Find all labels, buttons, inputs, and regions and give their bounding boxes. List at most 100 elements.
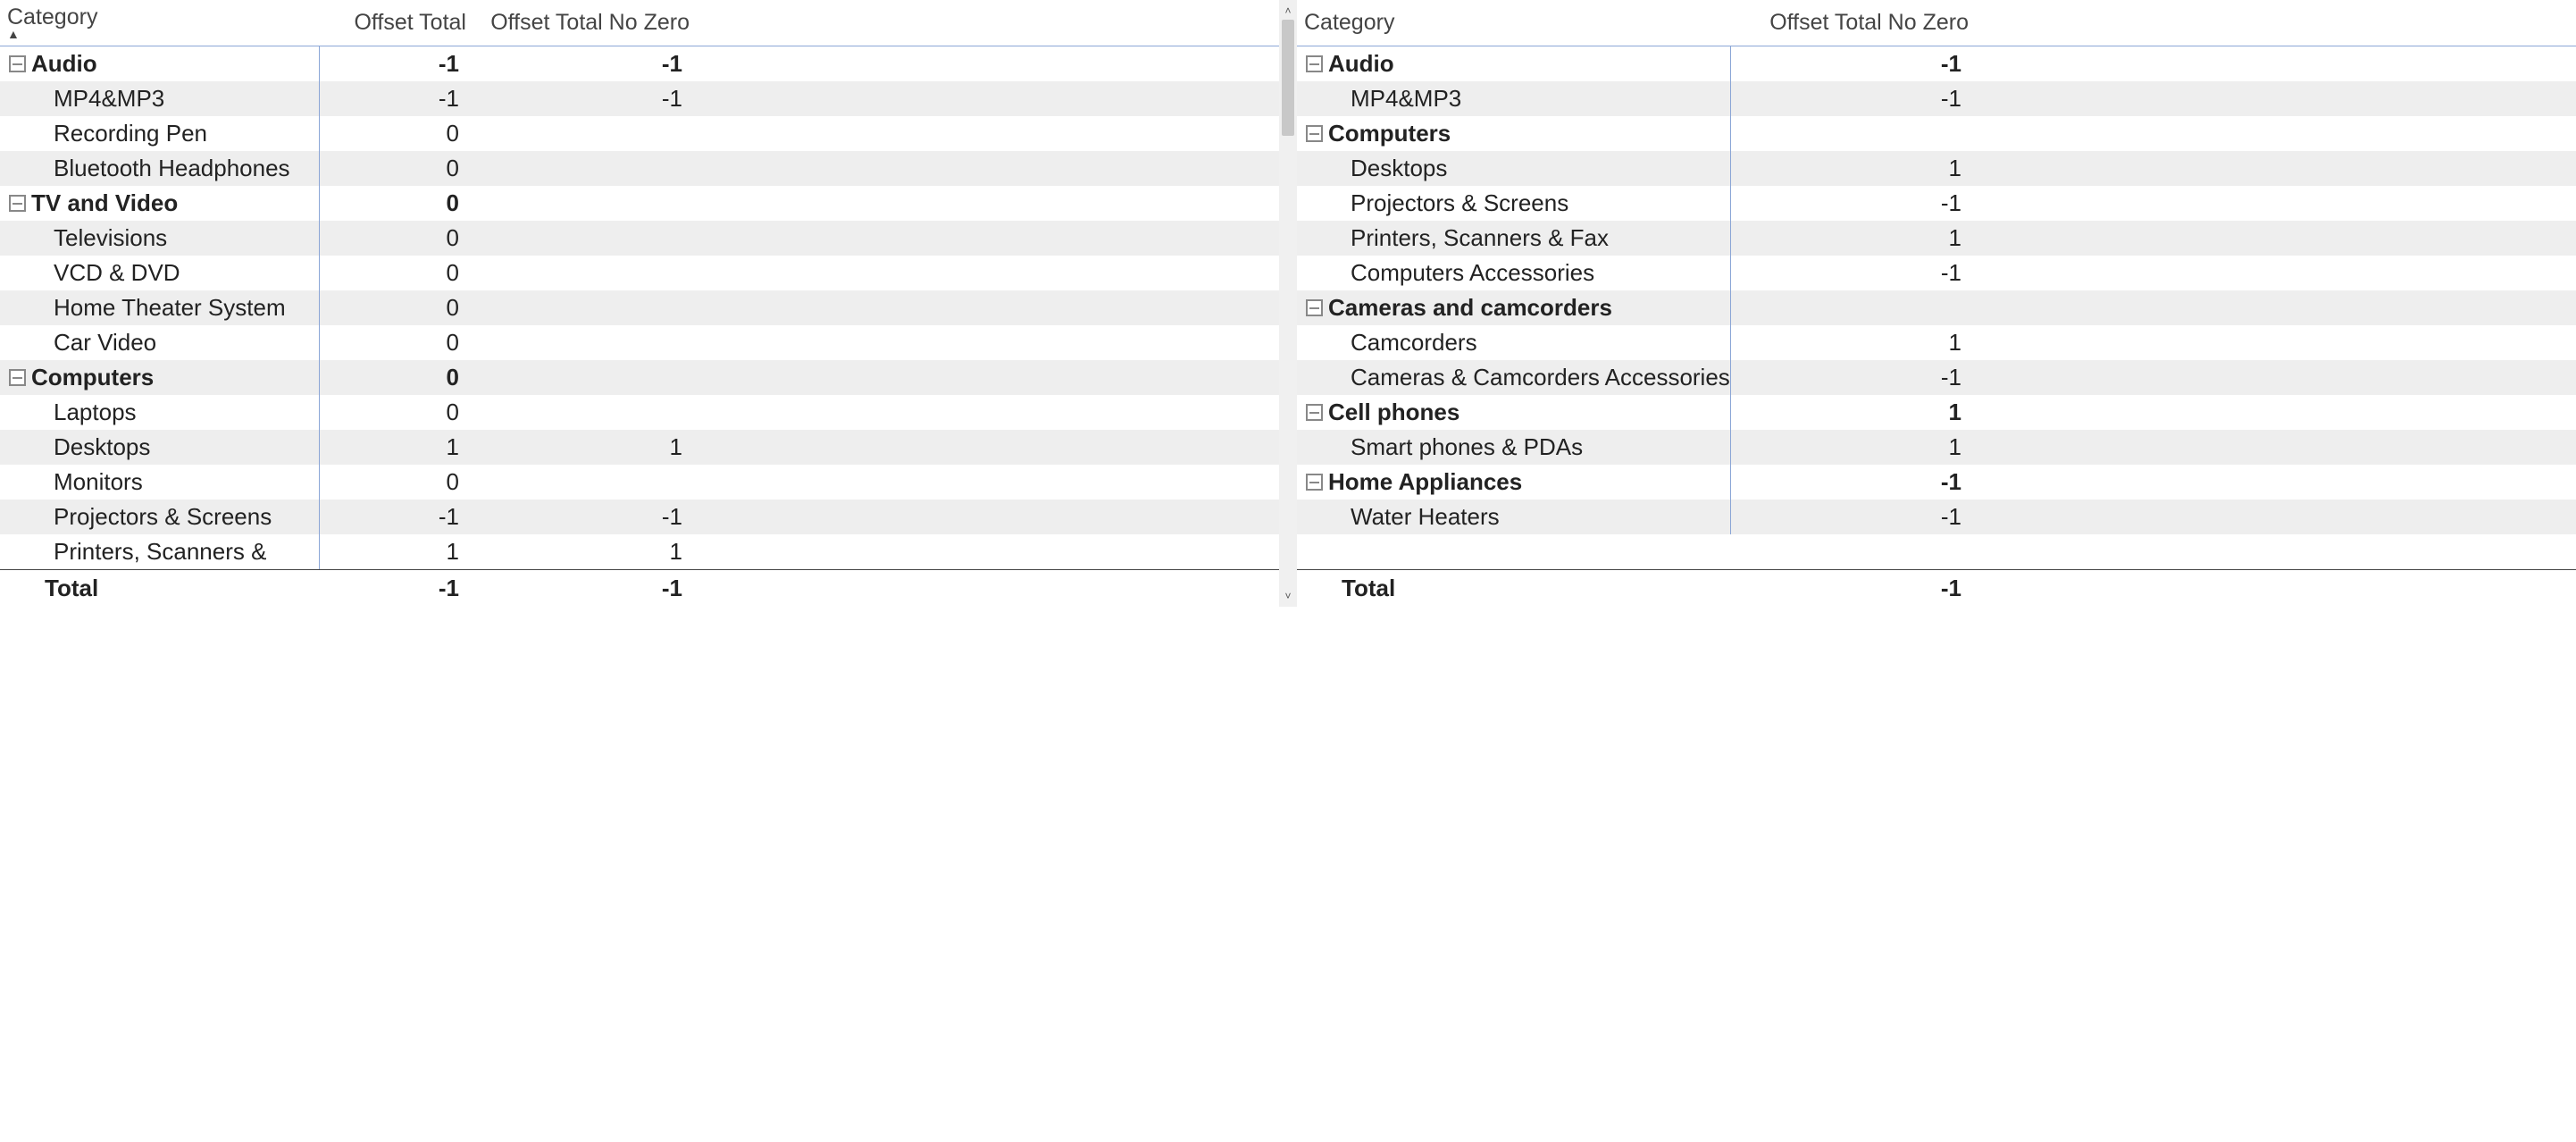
offset-total-no-zero-cell: -1 — [1731, 503, 1967, 531]
total-offset-total: -1 — [320, 575, 464, 602]
table-row[interactable]: Projectors & Screens-1-1 — [0, 500, 1279, 534]
col-header-offset-total-no-zero-label: Offset Total No Zero — [1769, 10, 1969, 35]
category-cell[interactable]: Cameras and camcorders — [1297, 290, 1731, 325]
category-cell[interactable]: Bluetooth Headphones — [0, 151, 320, 186]
table-row[interactable]: Desktops11 — [0, 430, 1279, 465]
table-row[interactable]: Home Theater System0 — [0, 290, 1279, 325]
matrix-right-header[interactable]: Category Offset Total No Zero — [1297, 0, 2576, 46]
group-row[interactable]: Audio-1-1 — [0, 46, 1279, 81]
category-cell[interactable]: Cell phones — [1297, 395, 1731, 430]
report-canvas: Category ▲ Offset Total Offset Total No … — [0, 0, 2576, 606]
scrollbar-thumb[interactable] — [1282, 20, 1294, 136]
category-cell[interactable]: Computers — [0, 360, 320, 395]
row-label: Monitors — [54, 468, 143, 496]
table-row[interactable]: Monitors0 — [0, 465, 1279, 500]
collapse-icon[interactable] — [1306, 404, 1323, 421]
scroll-down-icon[interactable]: ˅ — [1281, 589, 1295, 603]
category-cell[interactable]: Computers Accessories — [1297, 256, 1731, 290]
table-row[interactable]: Laptops0 — [0, 395, 1279, 430]
matrix-left-scrollbar[interactable]: ˄ ˅ — [1279, 0, 1297, 607]
group-row[interactable]: TV and Video0 — [0, 186, 1279, 221]
offset-total-no-zero-cell: -1 — [1731, 259, 1967, 287]
collapse-icon[interactable] — [9, 195, 26, 212]
row-label: Camcorders — [1351, 329, 1477, 357]
table-row[interactable]: Printers, Scanners & Fax1 — [1297, 221, 2576, 256]
col-header-category[interactable]: Category ▲ — [7, 4, 327, 41]
col-header-category[interactable]: Category — [1304, 10, 1738, 36]
category-cell[interactable]: Projectors & Screens — [0, 500, 320, 534]
matrix-left[interactable]: Category ▲ Offset Total Offset Total No … — [0, 0, 1279, 607]
row-label: Home Theater System — [54, 294, 286, 322]
category-cell[interactable]: Car Video — [0, 325, 320, 360]
offset-total-no-zero-cell: 1 — [1731, 155, 1967, 182]
table-row[interactable]: MP4&MP3-1-1 — [0, 81, 1279, 116]
category-cell[interactable]: MP4&MP3 — [1297, 81, 1731, 116]
category-cell[interactable]: Printers, Scanners & Fax — [1297, 221, 1731, 256]
table-row[interactable]: Recording Pen0 — [0, 116, 1279, 151]
collapse-icon[interactable] — [1306, 55, 1323, 72]
row-label: TV and Video — [31, 189, 178, 217]
category-cell[interactable]: Home Appliances — [1297, 465, 1731, 500]
category-cell[interactable]: Home Theater System — [0, 290, 320, 325]
row-label: Cell phones — [1328, 399, 1459, 426]
matrix-right-body[interactable]: Audio-1MP4&MP3-1ComputersDesktops1Projec… — [1297, 46, 2576, 569]
category-cell[interactable]: Televisions — [0, 221, 320, 256]
scroll-up-icon[interactable]: ˄ — [1281, 4, 1295, 18]
table-row[interactable]: Water Heaters -1 — [1297, 500, 2576, 534]
collapse-icon[interactable] — [9, 55, 26, 72]
collapse-icon[interactable] — [1306, 474, 1323, 491]
table-row[interactable]: Projectors & Screens-1 — [1297, 186, 2576, 221]
row-label: Televisions — [54, 224, 167, 252]
table-row[interactable]: Bluetooth Headphones0 — [0, 151, 1279, 186]
category-cell[interactable]: Smart phones & PDAs — [1297, 430, 1731, 465]
table-row[interactable]: Desktops1 — [1297, 151, 2576, 186]
offset-total-cell: 1 — [320, 433, 464, 461]
matrix-right[interactable]: Category Offset Total No Zero Audio-1MP4… — [1297, 0, 2576, 607]
matrix-left-header[interactable]: Category ▲ Offset Total Offset Total No … — [0, 0, 1279, 46]
category-cell[interactable]: Printers, Scanners & — [0, 534, 320, 569]
table-row[interactable]: Camcorders1 — [1297, 325, 2576, 360]
category-cell[interactable]: Monitors — [0, 465, 320, 500]
table-row[interactable]: MP4&MP3-1 — [1297, 81, 2576, 116]
group-row[interactable]: Computers0 — [0, 360, 1279, 395]
table-row[interactable]: Car Video0 — [0, 325, 1279, 360]
category-cell[interactable]: Water Heaters — [1297, 500, 1731, 534]
category-cell[interactable]: Recording Pen — [0, 116, 320, 151]
table-row[interactable]: VCD & DVD0 — [0, 256, 1279, 290]
group-row[interactable]: Cameras and camcorders — [1297, 290, 2576, 325]
table-row[interactable]: Smart phones & PDAs1 — [1297, 430, 2576, 465]
category-cell[interactable]: Laptops — [0, 395, 320, 430]
table-row[interactable]: Televisions0 — [0, 221, 1279, 256]
table-row[interactable]: Printers, Scanners &11 — [0, 534, 1279, 569]
collapse-icon[interactable] — [1306, 299, 1323, 316]
category-cell[interactable]: Camcorders — [1297, 325, 1731, 360]
col-header-offset-total-no-zero[interactable]: Offset Total No Zero — [1738, 10, 1974, 36]
category-cell[interactable]: Computers — [1297, 116, 1731, 151]
matrix-left-body[interactable]: Audio-1-1MP4&MP3-1-1Recording Pen0Blueto… — [0, 46, 1279, 569]
category-cell[interactable]: Desktops — [1297, 151, 1731, 186]
collapse-icon[interactable] — [9, 369, 26, 386]
group-row[interactable]: Computers — [1297, 116, 2576, 151]
table-row[interactable]: Computers Accessories-1 — [1297, 256, 2576, 290]
group-row[interactable]: Home Appliances-1 — [1297, 465, 2576, 500]
row-label: Water Heaters — [1351, 503, 1500, 531]
category-cell[interactable]: Cameras & Camcorders Accessories — [1297, 360, 1731, 395]
row-label: VCD & DVD — [54, 259, 180, 287]
col-header-offset-total-no-zero[interactable]: Offset Total No Zero — [472, 10, 695, 36]
category-cell[interactable]: MP4&MP3 — [0, 81, 320, 116]
category-cell[interactable]: TV and Video — [0, 186, 320, 221]
category-cell[interactable]: Audio — [1297, 46, 1731, 81]
category-cell[interactable]: Audio — [0, 46, 320, 81]
collapse-icon[interactable] — [1306, 125, 1323, 142]
group-row[interactable]: Audio-1 — [1297, 46, 2576, 81]
row-label: Desktops — [54, 433, 150, 461]
total-label: Total — [1342, 575, 1395, 602]
category-cell[interactable]: VCD & DVD — [0, 256, 320, 290]
table-row[interactable]: Cameras & Camcorders Accessories-1 — [1297, 360, 2576, 395]
category-cell[interactable]: Projectors & Screens — [1297, 186, 1731, 221]
offset-total-no-zero-cell: -1 — [464, 50, 688, 78]
group-row[interactable]: Cell phones1 — [1297, 395, 2576, 430]
category-cell[interactable]: Desktops — [0, 430, 320, 465]
col-header-offset-total[interactable]: Offset Total — [327, 10, 472, 36]
offset-total-cell: 0 — [320, 155, 464, 182]
